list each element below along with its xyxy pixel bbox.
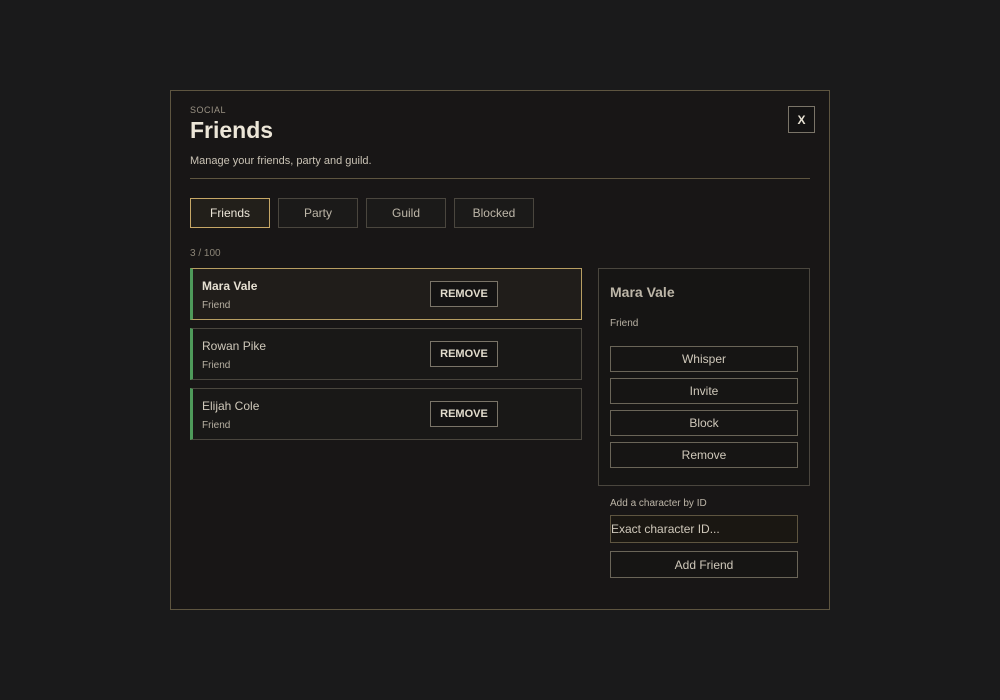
friend-status: Friend <box>202 360 231 371</box>
close-button[interactable]: X <box>788 106 815 133</box>
tab-bar: Friends Party Guild Blocked <box>190 198 534 228</box>
invite-button[interactable]: Invite <box>610 378 798 404</box>
header-divider <box>190 178 810 179</box>
friend-name: Elijah Cole <box>202 399 260 413</box>
tab-guild[interactable]: Guild <box>366 198 446 228</box>
block-button[interactable]: Block <box>610 410 798 436</box>
friend-list: Mara Vale Friend REMOVE Rowan Pike Frien… <box>190 268 582 448</box>
friend-row[interactable]: Mara Vale Friend REMOVE <box>190 268 582 320</box>
remove-friend-button[interactable]: REMOVE <box>430 281 498 307</box>
detail-status: Friend <box>610 318 639 329</box>
add-friend-button[interactable]: Add Friend <box>610 551 798 578</box>
tab-party[interactable]: Party <box>278 198 358 228</box>
friend-row[interactable]: Elijah Cole Friend REMOVE <box>190 388 582 440</box>
friend-status: Friend <box>202 300 231 311</box>
friend-name: Mara Vale <box>202 279 258 293</box>
character-id-input[interactable] <box>610 515 798 543</box>
whisper-button[interactable]: Whisper <box>610 346 798 372</box>
panel-overline: SOCIAL <box>190 105 227 115</box>
page-subtitle: Manage your friends, party and guild. <box>190 155 372 167</box>
detail-name: Mara Vale <box>610 284 675 300</box>
social-panel: SOCIAL Friends Manage your friends, part… <box>170 90 830 610</box>
add-friend-label: Add a character by ID <box>610 498 707 509</box>
friend-detail-card: Mara Vale Friend Whisper Invite Block Re… <box>598 268 810 486</box>
friend-row[interactable]: Rowan Pike Friend REMOVE <box>190 328 582 380</box>
remove-friend-button[interactable]: REMOVE <box>430 401 498 427</box>
tab-friends[interactable]: Friends <box>190 198 270 228</box>
friend-count: 3 / 100 <box>190 248 221 259</box>
remove-button[interactable]: Remove <box>610 442 798 468</box>
friend-name: Rowan Pike <box>202 339 267 353</box>
remove-friend-button[interactable]: REMOVE <box>430 341 498 367</box>
tab-blocked[interactable]: Blocked <box>454 198 534 228</box>
page-title: Friends <box>190 117 274 143</box>
friend-status: Friend <box>202 420 231 431</box>
